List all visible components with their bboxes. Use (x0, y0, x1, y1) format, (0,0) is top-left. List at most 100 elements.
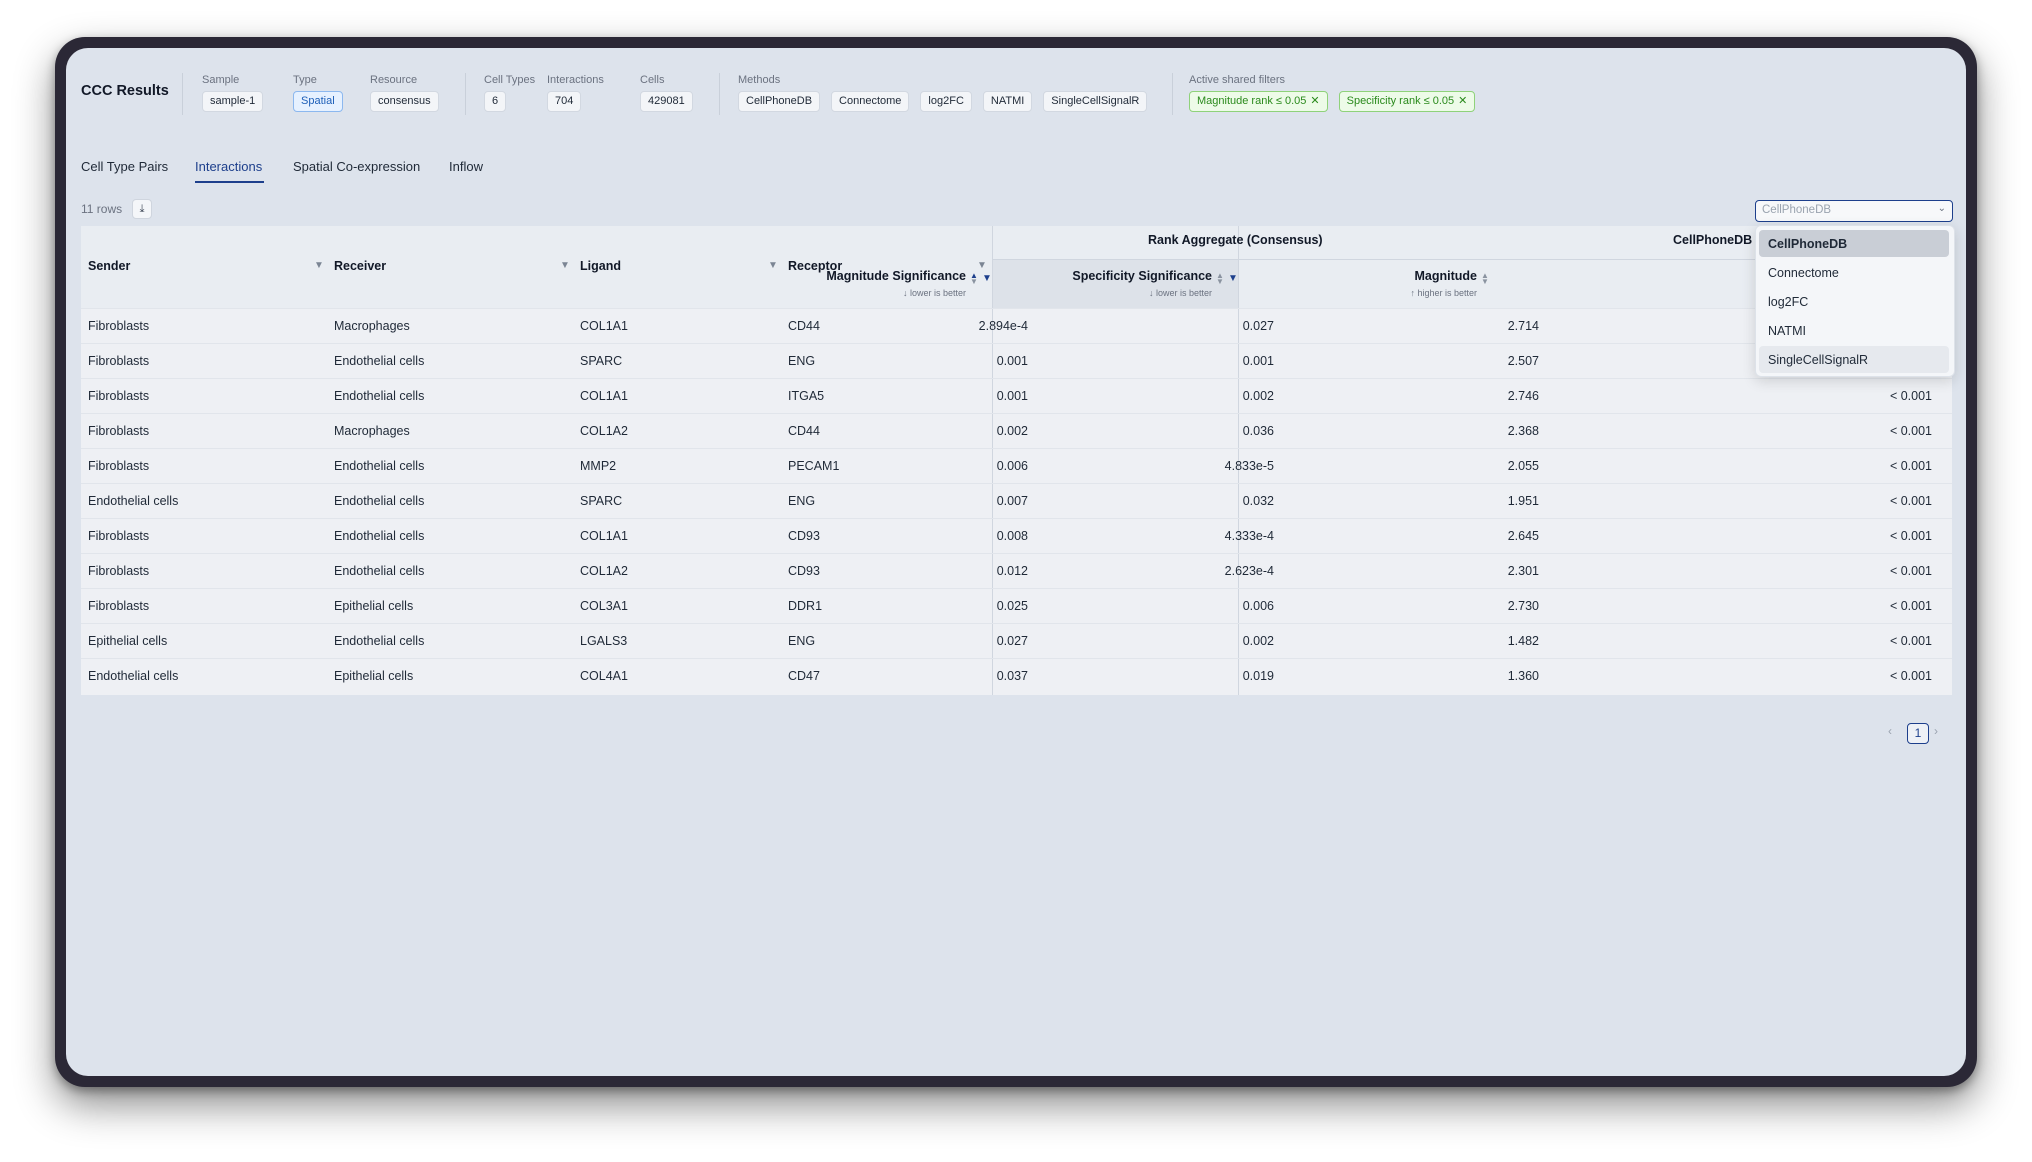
cell-receptor: CD93 (788, 564, 820, 578)
method-option-natmi[interactable]: NATMI (1759, 317, 1949, 344)
cell-magnitude: 2.730 (1507, 599, 1539, 613)
tab-interactions[interactable]: Interactions (195, 159, 262, 174)
cell-sender: Fibroblasts (88, 354, 150, 368)
cell-specificity-significance: 0.002 (1242, 389, 1274, 403)
method-select[interactable]: CellPhoneDB ⌄ (1755, 200, 1953, 222)
resource-chip: consensus (370, 91, 439, 112)
group-header-rank-aggregate: Rank Aggregate (Consensus) (1148, 233, 1323, 247)
method-chip: SingleCellSignalR (1043, 91, 1148, 112)
cell-magnitude-significance: 0.025 (996, 599, 1028, 613)
column-hint: ↓ lower is better (1148, 288, 1212, 298)
table-row[interactable]: Fibroblasts Endothelial cells SPARC ENG 0.00… (81, 343, 1952, 379)
method-option-cellphonedb[interactable]: CellPhoneDB (1759, 230, 1949, 257)
filter-icon[interactable]: ▼ (768, 260, 778, 271)
filter-chip-magnitude[interactable]: Magnitude rank ≤ 0.05 ✕ (1189, 91, 1328, 112)
header-divider (465, 73, 466, 115)
cell-specificity: < 0.001 (1889, 669, 1932, 683)
interactions-table: Sender ▼ Receiver ▼ Ligand ▼ Receptor ▼ … (81, 226, 1952, 695)
filter-icon-active[interactable]: ▼ (1228, 273, 1238, 284)
download-button[interactable]: ⤓ (132, 199, 152, 219)
cell-magnitude-significance: 0.001 (996, 354, 1028, 368)
sort-icon[interactable]: ▲ ▼ (1481, 272, 1489, 286)
method-option-connectome[interactable]: Connectome (1759, 259, 1949, 286)
cell-receiver: Epithelial cells (334, 599, 414, 613)
method-chip: Connectome (831, 91, 910, 112)
table-row[interactable]: Fibroblasts Macrophages COL1A1 CD44 2.894e-4… (81, 308, 1952, 344)
filter-chip-specificity[interactable]: Specificity rank ≤ 0.05 ✕ (1338, 91, 1476, 112)
cell-sender: Fibroblasts (88, 389, 150, 403)
method-chip: NATMI (982, 91, 1033, 112)
filter-icon-active[interactable]: ▼ (982, 273, 992, 284)
cell-magnitude-significance: 0.006 (996, 459, 1028, 473)
column-header-sender[interactable]: Sender (88, 259, 130, 273)
cell-specificity-significance: 0.019 (1242, 669, 1274, 683)
column-header-ligand[interactable]: Ligand (580, 259, 621, 273)
method-option-log2fc[interactable]: log2FC (1759, 288, 1949, 315)
pagination-page[interactable]: 1 (1907, 723, 1929, 744)
pagination-prev[interactable]: ‹ (1888, 724, 1892, 738)
header-divider (182, 73, 183, 115)
sort-icon[interactable]: ▲ ▼ (1216, 272, 1224, 286)
filter-icon[interactable]: ▼ (560, 260, 570, 271)
cell-ligand: SPARC (580, 494, 623, 508)
cell-receiver: Macrophages (334, 424, 410, 438)
column-header-receiver[interactable]: Receiver (334, 259, 386, 273)
cell-types-group: Cell Types 6 (484, 62, 535, 112)
table-row[interactable]: Endothelial cells Epithelial cells COL4A1 C… (81, 658, 1952, 694)
cell-specificity: < 0.001 (1889, 389, 1932, 403)
cell-magnitude: 1.951 (1507, 494, 1539, 508)
tab-cell-type-pairs[interactable]: Cell Type Pairs (81, 159, 168, 174)
column-header-magnitude[interactable]: Magnitude (1415, 269, 1478, 283)
cell-receptor: CD44 (788, 319, 820, 333)
cell-ligand: COL1A1 (580, 319, 628, 333)
cell-magnitude: 2.368 (1507, 424, 1539, 438)
cell-magnitude-significance: 0.027 (996, 634, 1028, 648)
table-row[interactable]: Endothelial cells Endothelial cells SPARC E… (81, 483, 1952, 519)
table-row[interactable]: Fibroblasts Epithelial cells COL3A1 DDR1 0.0… (81, 588, 1952, 624)
method-select-value: CellPhoneDB (1762, 204, 1832, 216)
cells-chip: 429081 (640, 91, 693, 112)
cell-magnitude: 2.507 (1507, 354, 1539, 368)
cell-magnitude-significance: 0.012 (996, 564, 1028, 578)
header-divider (719, 73, 720, 115)
table-row[interactable]: Fibroblasts Endothelial cells COL1A2 CD93 0.… (81, 553, 1952, 589)
tab-spatial-co-expression[interactable]: Spatial Co-expression (293, 159, 420, 174)
filter-icon[interactable]: ▼ (314, 260, 324, 271)
pagination-next[interactable]: › (1934, 724, 1938, 738)
cell-sender: Fibroblasts (88, 319, 150, 333)
sort-icon[interactable]: ▲ ▼ (970, 272, 978, 286)
cell-ligand: LGALS3 (580, 634, 628, 648)
cell-specificity-significance: 4.833e-5 (1224, 459, 1274, 473)
active-tab-indicator (195, 181, 264, 183)
table-row[interactable]: Fibroblasts Endothelial cells COL1A1 CD93 0.… (81, 518, 1952, 554)
interactions-group: Interactions 704 (547, 62, 604, 112)
cell-receptor: CD47 (788, 669, 820, 683)
table-row[interactable]: Epithelial cells Endothelial cells LGALS3 E… (81, 623, 1952, 659)
methods-label: Methods (738, 74, 781, 86)
table-row[interactable]: Fibroblasts Macrophages COL1A2 CD44 0.002 0.0… (81, 413, 1952, 449)
method-option-singlecellsignalr[interactable]: SingleCellSignalR (1759, 346, 1949, 373)
filter-icon[interactable]: ▼ (977, 260, 987, 271)
table-row[interactable]: Fibroblasts Endothelial cells COL1A1 ITGA5 0… (81, 378, 1952, 414)
cell-ligand: COL1A1 (580, 529, 628, 543)
close-icon[interactable]: ✕ (1458, 95, 1467, 107)
methods-group: Methods CellPhoneDB Connectome log2FC NA… (738, 62, 1148, 112)
close-icon[interactable]: ✕ (1310, 95, 1319, 107)
cell-ligand: MMP2 (580, 459, 617, 473)
tab-inflow[interactable]: Inflow (449, 159, 483, 174)
cell-receptor: ENG (788, 354, 816, 368)
cell-receiver: Endothelial cells (334, 529, 425, 543)
cell-receptor: CD93 (788, 529, 820, 543)
active-filters-label: Active shared filters (1189, 74, 1285, 86)
table-row[interactable]: Fibroblasts Endothelial cells MMP2 PECAM1 0.… (81, 448, 1952, 484)
cell-sender: Fibroblasts (88, 564, 150, 578)
cell-magnitude-significance: 0.008 (996, 529, 1028, 543)
cell-specificity: < 0.001 (1889, 459, 1932, 473)
cell-receptor: DDR1 (788, 599, 823, 613)
column-header-specificity-significance[interactable]: Specificity Significance (1072, 269, 1212, 283)
column-header-magnitude-significance[interactable]: Magnitude Significance (826, 269, 966, 283)
type-group: Type Spatial (293, 62, 343, 112)
cell-specificity-significance: 0.032 (1242, 494, 1274, 508)
app-screen: CCC Results Sample sample-1 Type Spatial… (66, 48, 1966, 1076)
method-select-menu: CellPhoneDB Connectome log2FC NATMI Sing… (1755, 225, 1955, 377)
